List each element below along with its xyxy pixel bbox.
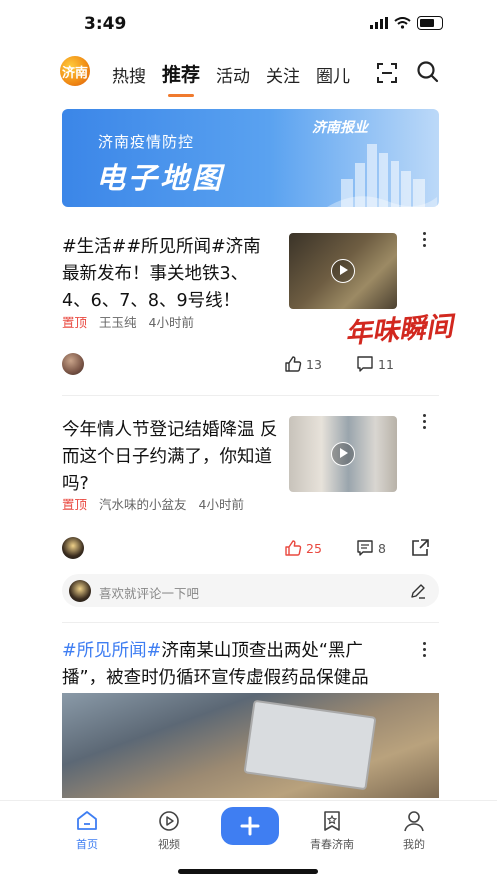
- feed-item-1-meta: 置顶 王玉纯 4小时前: [62, 312, 194, 331]
- video-play-icon: [159, 811, 179, 831]
- top-tabs: 热搜 推荐 活动 关注 圈儿: [112, 60, 350, 87]
- banner-title: 电子地图: [96, 161, 225, 195]
- feed-item-1-thumbnail[interactable]: [289, 233, 397, 309]
- plus-icon: [240, 816, 260, 836]
- banner-subtitle: 济南疫情防控: [98, 133, 195, 151]
- like-count: 25: [306, 540, 322, 556]
- play-icon: [331, 442, 355, 466]
- status-icons: [370, 16, 443, 30]
- post-time: 4小时前: [198, 497, 244, 512]
- status-time: 3:49: [84, 14, 127, 34]
- tab-circles[interactable]: 圈儿: [316, 62, 350, 87]
- avatar: [69, 580, 91, 602]
- feed-item-2-thumbnail[interactable]: [289, 416, 397, 492]
- feed-item-3-image[interactable]: [62, 693, 439, 798]
- scan-icon[interactable]: [376, 62, 398, 84]
- epidemic-map-banner[interactable]: 济南疫情防控 电子地图 济南报业: [62, 109, 439, 207]
- like-button[interactable]: 25: [284, 539, 322, 557]
- app-logo[interactable]: 济南: [60, 56, 90, 86]
- comment-icon: [357, 540, 373, 556]
- like-button[interactable]: 13: [284, 355, 322, 373]
- festival-stamp: 年味瞬间: [344, 311, 454, 350]
- like-count: 13: [306, 356, 322, 372]
- pinned-badge: 置顶: [62, 315, 88, 330]
- post-time: 4小时前: [148, 315, 194, 330]
- comment-placeholder: 喜欢就评论一下吧: [99, 586, 200, 601]
- more-options-icon[interactable]: [414, 414, 434, 429]
- comment-count: 8: [378, 540, 386, 556]
- feed-divider: [62, 622, 439, 623]
- search-icon[interactable]: [416, 60, 440, 84]
- star-badge-icon: [324, 811, 340, 831]
- tabbar-label: 青春济南: [310, 838, 354, 851]
- comment-input-bar[interactable]: 喜欢就评论一下吧: [62, 574, 439, 607]
- tabbar-me[interactable]: 我的: [384, 809, 444, 852]
- tabbar-youth-jinan[interactable]: 青春济南: [302, 809, 362, 852]
- comment-icon: [357, 356, 373, 372]
- comment-button[interactable]: 8: [356, 539, 386, 557]
- thumbs-up-icon: [285, 356, 302, 372]
- author-name[interactable]: 汽水味的小盆友: [99, 494, 187, 513]
- signal-icon: [370, 17, 388, 29]
- publish-button[interactable]: [221, 807, 279, 845]
- avatar[interactable]: [62, 353, 84, 375]
- city-skyline-illustration: [327, 144, 437, 207]
- share-icon[interactable]: [410, 538, 430, 558]
- feed-divider: [62, 395, 439, 396]
- pencil-icon[interactable]: [409, 582, 427, 600]
- wifi-icon: [394, 17, 411, 29]
- tab-hot-search[interactable]: 热搜: [112, 62, 146, 87]
- banner-brand: 济南报业: [312, 120, 368, 136]
- tabbar-label: 视频: [158, 838, 180, 851]
- tab-following[interactable]: 关注: [266, 62, 300, 87]
- feed-item-1-headline[interactable]: #生活##所见所闻#济南最新发布！事关地铁3、4、6、7、8、9号线！: [62, 234, 274, 315]
- home-icon: [77, 811, 97, 830]
- tabbar-label: 我的: [403, 838, 425, 851]
- feed-item-3-headline[interactable]: #所见所闻#济南某山顶查出两处“黑广播”，被查时仍循环宣传虚假药品保健品: [62, 638, 392, 692]
- comment-count: 11: [378, 356, 394, 372]
- thumbs-up-icon: [285, 540, 302, 556]
- tab-recommend[interactable]: 推荐: [162, 60, 200, 87]
- tabbar-label: 首页: [76, 838, 98, 851]
- tabbar-video[interactable]: 视频: [139, 809, 199, 852]
- comment-button[interactable]: 11: [356, 355, 394, 373]
- author-name[interactable]: 王玉纯: [99, 312, 137, 331]
- topic-tag[interactable]: #所见所闻#: [62, 641, 161, 661]
- avatar[interactable]: [62, 537, 84, 559]
- tab-activities[interactable]: 活动: [216, 62, 250, 87]
- feed-item-2-meta: 置顶 汽水味的小盆友 4小时前: [62, 494, 244, 513]
- tabbar-home[interactable]: 首页: [57, 809, 117, 852]
- person-icon: [404, 811, 424, 832]
- device-in-image: [243, 699, 377, 791]
- feed-item-2-headline[interactable]: 今年情人节登记结婚降温 反而这个日子约满了，你知道吗?: [62, 417, 284, 498]
- pinned-badge: 置顶: [62, 497, 88, 512]
- battery-icon: [417, 16, 443, 30]
- home-indicator: [178, 869, 318, 874]
- play-icon: [331, 259, 355, 283]
- more-options-icon[interactable]: [414, 232, 434, 247]
- more-options-icon[interactable]: [414, 642, 434, 657]
